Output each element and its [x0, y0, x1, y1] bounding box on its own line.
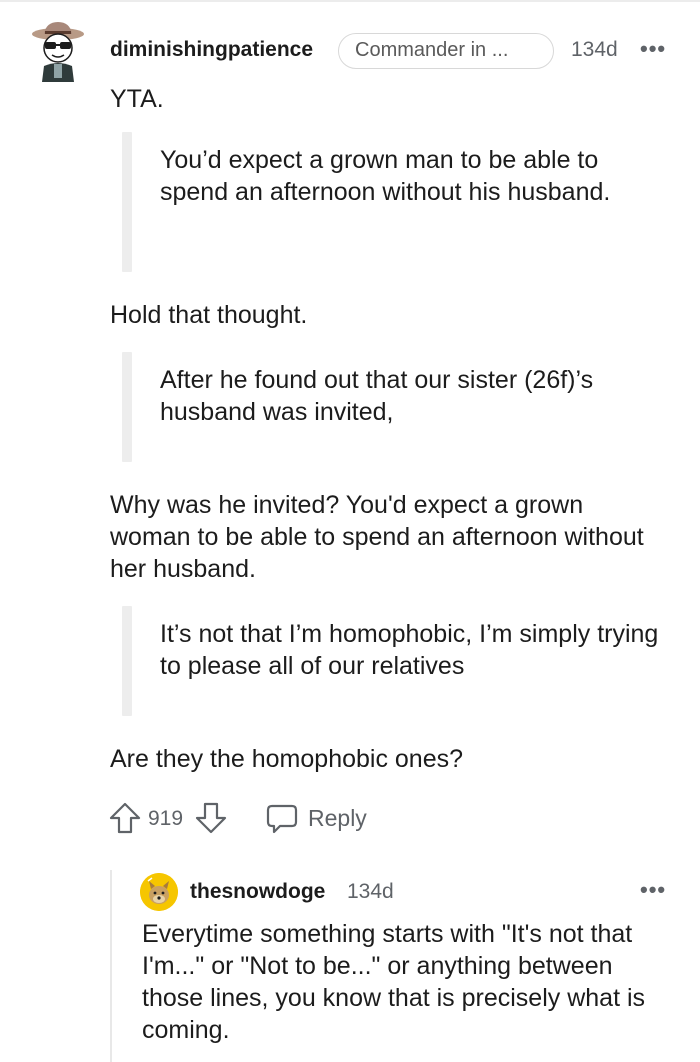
reply-avatar[interactable] [140, 873, 178, 911]
vote-score: 919 [148, 807, 184, 830]
blockquote-text: After he found out that our sister (26f)… [160, 366, 594, 426]
blockquote-bar [122, 352, 132, 462]
username[interactable]: diminishingpatience [110, 38, 313, 62]
blockquote-text: You’d expect a grown man to be able to s… [160, 146, 611, 206]
reply-username[interactable]: thesnowdoge [190, 880, 325, 904]
speech-bubble-icon [266, 804, 298, 834]
reply-body: Everytime something starts with "It's no… [142, 920, 646, 1044]
more-options-icon[interactable]: ••• [640, 36, 666, 62]
upvote-icon[interactable] [108, 800, 142, 836]
comment-paragraph: Why was he invited? You'd expect a grown… [110, 491, 644, 583]
blockquote-bar [122, 132, 132, 272]
blockquote: After he found out that our sister (26f)… [122, 352, 662, 462]
comment-paragraph: Are they the homophobic ones? [110, 745, 464, 773]
downvote-icon[interactable] [194, 800, 228, 836]
blockquote-bar [122, 606, 132, 716]
comment-timestamp: 134d [571, 38, 618, 61]
reply-label: Reply [308, 805, 367, 831]
blockquote-text: It’s not that I’m homophobic, I’m simply… [160, 620, 659, 680]
user-flair: Commander in ... [338, 33, 554, 69]
blockquote: You’d expect a grown man to be able to s… [122, 132, 662, 272]
reply-timestamp: 134d [347, 880, 394, 903]
blockquote: It’s not that I’m homophobic, I’m simply… [122, 606, 662, 716]
comment-paragraph: YTA. [110, 85, 164, 113]
user-avatar[interactable] [30, 20, 86, 82]
reply-button[interactable]: Reply [266, 800, 376, 836]
reply-more-options-icon[interactable]: ••• [640, 877, 666, 903]
thread-line[interactable] [110, 870, 112, 1062]
comment-paragraph: Hold that thought. [110, 301, 308, 329]
doge-avatar-icon [140, 873, 178, 911]
top-divider [0, 0, 700, 2]
